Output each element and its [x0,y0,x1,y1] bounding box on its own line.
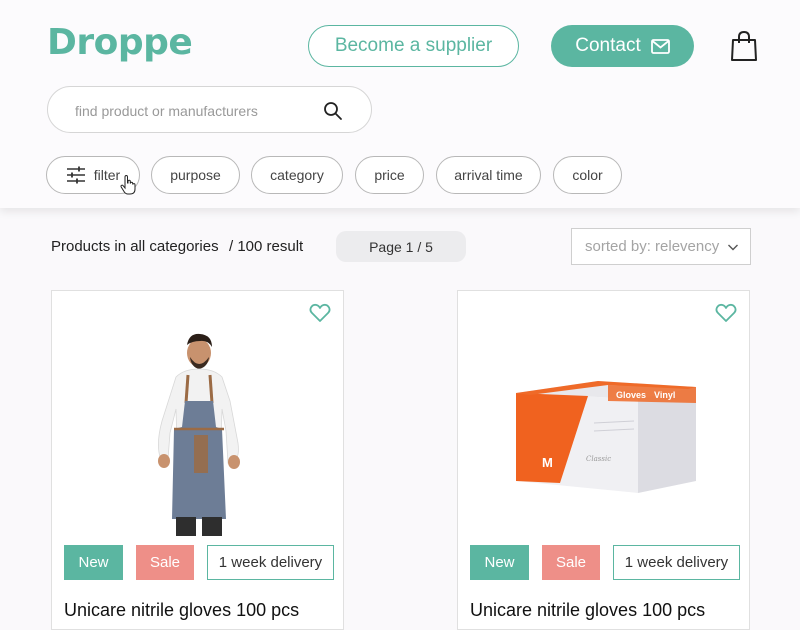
filter-label: filter [93,167,121,183]
site-header: Droppe Become a supplier Contact filter … [0,0,800,208]
contact-button[interactable]: Contact [551,25,694,67]
chip-color[interactable]: color [553,156,622,194]
chip-price[interactable]: price [355,156,424,194]
box-brand-text: Gloves [616,390,646,400]
chip-category[interactable]: category [251,156,343,194]
delivery-badge: 1 week delivery [207,545,334,580]
contact-button-label: Contact [575,35,641,56]
box-series-text: Classic [586,455,611,463]
chevron-down-icon [728,244,738,251]
chip-arrival-time[interactable]: arrival time [436,156,541,194]
sale-badge: Sale [136,545,194,580]
sort-label: sorted by: relevency [585,238,720,255]
vinyl-gloves-box-image: M Gloves Vinyl Classic [516,381,696,493]
product-title[interactable]: Unicare nitrile gloves 100 pcs [64,600,299,621]
heart-icon[interactable] [715,303,737,323]
shopping-bag-icon[interactable] [730,30,758,62]
sort-dropdown[interactable]: sorted by: relevency [571,228,751,265]
product-card[interactable]: M Gloves Vinyl Classic New Sale 1 week d… [457,290,750,630]
new-badge: New [64,545,123,580]
sliders-icon [66,166,85,184]
box-size-text: M [542,455,553,470]
results-label: Products in all categories [51,238,219,255]
chip-purpose[interactable]: purpose [151,156,240,194]
search-box [47,86,372,133]
delivery-badge: 1 week delivery [613,545,740,580]
search-input[interactable] [73,99,317,123]
logo[interactable]: Droppe [47,22,193,63]
results-count: / 100 result [229,238,304,255]
new-badge: New [470,545,529,580]
apron-model-image [158,333,240,536]
box-type-text: Vinyl [654,390,675,400]
hand-cursor-icon [120,175,136,195]
page-indicator[interactable]: Page 1 / 5 [336,231,466,262]
product-title[interactable]: Unicare nitrile gloves 100 pcs [470,600,705,621]
heart-icon[interactable] [309,303,331,323]
product-card[interactable]: New Sale 1 week delivery Unicare nitrile… [51,290,344,630]
become-supplier-button[interactable]: Become a supplier [308,25,519,67]
sale-badge: Sale [542,545,600,580]
search-icon[interactable] [323,101,343,121]
mail-icon [650,38,670,54]
